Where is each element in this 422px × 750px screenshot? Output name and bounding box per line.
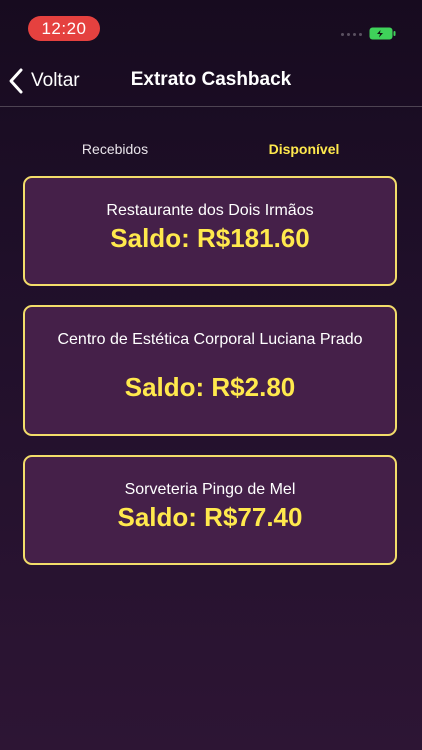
cashback-card[interactable]: Sorveteria Pingo de Mel Saldo: R$77.40 xyxy=(23,455,397,565)
chevron-left-icon xyxy=(9,68,23,94)
back-label: Voltar xyxy=(31,70,80,91)
nav-bar: Voltar Extrato Cashback xyxy=(0,56,422,107)
balance-value: Saldo: R$77.40 xyxy=(117,502,303,532)
cashback-card[interactable]: Restaurante dos Dois Irmãos Saldo: R$181… xyxy=(23,176,397,286)
status-time: 12:20 xyxy=(28,16,100,41)
balance-value: Saldo: R$2.80 xyxy=(124,372,296,402)
tab-received[interactable]: Recebidos xyxy=(55,139,175,159)
cashback-card[interactable]: Centro de Estética Corporal Luciana Prad… xyxy=(23,305,397,436)
balance-value: Saldo: R$181.60 xyxy=(110,223,310,253)
tab-available[interactable]: Disponível xyxy=(243,139,365,159)
status-bar: 12:20 xyxy=(0,0,422,56)
battery-icon xyxy=(369,27,396,40)
signal-icon xyxy=(341,33,367,37)
merchant-name: Centro de Estética Corporal Luciana Prad… xyxy=(57,331,363,348)
merchant-name: Restaurante dos Dois Irmãos xyxy=(106,202,314,219)
back-button[interactable]: Voltar xyxy=(8,66,80,96)
merchant-name: Sorveteria Pingo de Mel xyxy=(124,481,296,498)
